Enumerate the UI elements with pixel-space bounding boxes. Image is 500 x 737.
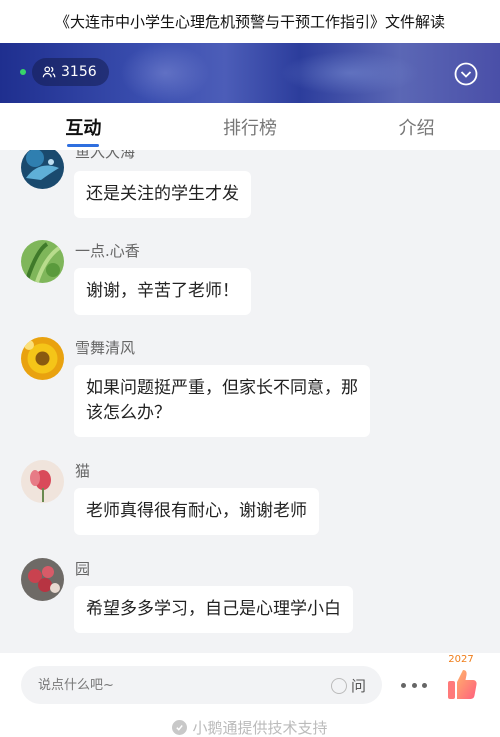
tab-introduction[interactable]: 介绍 — [333, 103, 500, 150]
chevron-down-icon[interactable] — [454, 62, 478, 86]
avatar[interactable] — [21, 460, 64, 503]
viewer-count: 3156 — [61, 64, 97, 80]
footer-text: 小鹅通提供技术支持 — [192, 719, 328, 737]
tab-leaderboard[interactable]: 排行榜 — [167, 103, 334, 150]
message-bubble: 希望多多学习，自己是心理学小白 — [74, 586, 353, 633]
avatar[interactable] — [21, 240, 64, 283]
message-bubble: 谢谢，辛苦了老师！ — [74, 268, 251, 315]
page-title: 《大连市中小学生心理危机预警与干预工作指引》文件解读 — [0, 0, 500, 43]
comment-input-box[interactable]: 问 — [21, 666, 382, 704]
people-icon — [42, 66, 56, 78]
username: 一点.心香 — [75, 242, 140, 260]
comment-input[interactable] — [38, 666, 328, 704]
tech-support-footer: 小鹅通提供技术支持 — [0, 717, 500, 737]
chat-list[interactable]: 鱼入大海 还是关注的学生才发 一点.心香 谢谢，辛苦了老师！ 雪舞清风 如果问题… — [0, 150, 500, 653]
avatar[interactable] — [21, 150, 64, 189]
message-line: 该怎么办？ — [86, 403, 171, 423]
tab-bar: 互动 排行榜 介绍 — [0, 103, 500, 150]
radio-circle-icon[interactable] — [330, 677, 347, 694]
ask-label: 问 — [350, 677, 366, 695]
message-line: 如果问题挺严重，但家长不同意，那 — [86, 378, 358, 398]
username: 园 — [75, 560, 91, 578]
thumbs-up-icon[interactable] — [446, 667, 478, 701]
message-bubble: 如果问题挺严重，但家长不同意，那 该怎么办？ — [74, 365, 370, 437]
bottom-bar: 问 2027 小鹅通提供技术支持 — [0, 653, 500, 737]
more-options-button[interactable] — [401, 675, 427, 695]
message-bubble: 还是关注的学生才发 — [74, 171, 251, 218]
more-dot-icon — [422, 682, 427, 688]
tab-interaction[interactable]: 互动 — [0, 103, 167, 150]
username: 猫 — [75, 462, 91, 480]
avatar[interactable] — [21, 337, 64, 380]
like-count: 2027 — [448, 654, 474, 665]
username: 雪舞清风 — [75, 339, 136, 357]
avatar[interactable] — [21, 558, 64, 601]
message-bubble: 老师真得很有耐心，谢谢老师 — [74, 488, 319, 535]
live-indicator — [20, 69, 26, 75]
check-circle-icon — [172, 720, 188, 735]
ask-question-toggle[interactable]: 问 — [330, 675, 366, 696]
more-dot-icon — [401, 682, 406, 688]
viewer-count-badge: 3156 — [32, 58, 109, 86]
live-video-banner[interactable]: 3156 — [0, 43, 500, 103]
username: 鱼入大海 — [75, 150, 136, 161]
more-dot-icon — [411, 682, 417, 688]
